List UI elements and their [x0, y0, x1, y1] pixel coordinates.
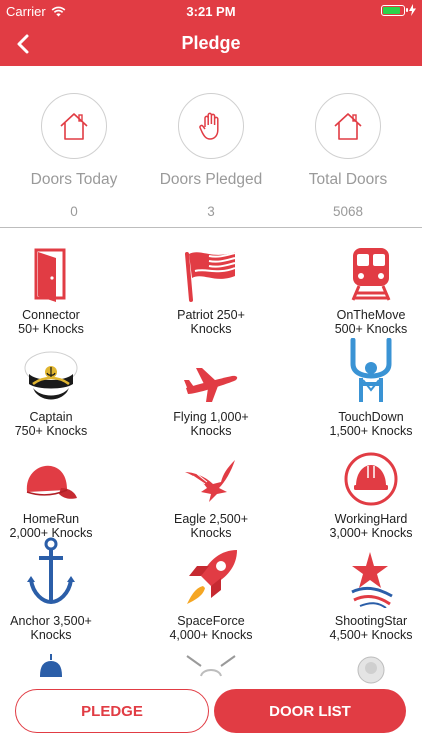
stat-total-doors: Total Doors 5068: [278, 93, 418, 219]
badge-threshold: 750+ Knocks: [14, 424, 88, 438]
badge-title: Flying 1,000+: [173, 410, 249, 424]
rocket-icon: [141, 548, 281, 608]
raised-hand-icon: [199, 112, 219, 140]
badge-threshold: Knocks: [190, 526, 232, 540]
badge-name: ShootingStar 4,500+ Knocks: [301, 614, 422, 642]
badge-captain[interactable]: Captain 750+ Knocks: [0, 344, 121, 438]
badge-threshold: Knocks: [190, 322, 232, 336]
stat-label: Total Doors: [308, 171, 388, 188]
status-right: [381, 4, 416, 16]
stat-circle: [178, 93, 244, 159]
badge-title: OnTheMove: [336, 308, 406, 322]
flag-icon: [141, 242, 281, 302]
hard-hat-icon: [301, 446, 422, 506]
badge-patriot[interactable]: Patriot 250+ Knocks: [141, 242, 281, 336]
badge-title: ShootingStar: [334, 614, 408, 628]
badge-connector[interactable]: Connector 50+ Knocks: [0, 242, 121, 336]
badge-shootingstar[interactable]: ShootingStar 4,500+ Knocks: [301, 548, 422, 642]
badge-name: Anchor 3,500+ Knocks: [0, 614, 121, 642]
badge-name: OnTheMove 500+ Knocks: [301, 308, 422, 336]
door-icon: [0, 242, 121, 302]
baseball-cap-icon: [0, 446, 121, 506]
badge-title: Anchor 3,500+: [10, 614, 92, 628]
stat-doors-pledged: Doors Pledged 3: [141, 93, 281, 219]
badge-title: Eagle 2,500+: [173, 512, 249, 526]
badge-threshold: Knocks: [190, 424, 232, 438]
badge-threshold: 1,500+ Knocks: [329, 424, 413, 438]
pledge-button[interactable]: PLEDGE: [15, 689, 209, 733]
stat-value: 0: [70, 204, 78, 219]
bottom-bar: PLEDGE DOOR LIST: [0, 684, 422, 750]
badge-anchor[interactable]: Anchor 3,500+ Knocks: [0, 537, 121, 642]
top-bar: Carrier 3:21 PM Pledge: [0, 0, 422, 66]
status-bar: Carrier 3:21 PM: [0, 0, 422, 22]
referee-touchdown-icon: [301, 338, 422, 404]
stats-section: Doors Today 0 Doors Pledged 3 Total Door…: [0, 66, 422, 228]
badge-spaceforce[interactable]: SpaceForce 4,000+ Knocks: [141, 548, 281, 642]
badges-grid: Connector 50+ Knocks Patriot 250+ Knocks: [0, 228, 422, 688]
badge-threshold: Knocks: [30, 628, 72, 642]
badge-title: Connector: [22, 308, 80, 322]
badge-flying[interactable]: Flying 1,000+ Knocks: [141, 344, 281, 438]
stat-label: Doors Pledged: [159, 171, 263, 188]
badge-name: SpaceForce 4,000+ Knocks: [141, 614, 281, 642]
badge-name: Connector 50+ Knocks: [0, 308, 121, 336]
house-icon: [334, 113, 362, 140]
page-title: Pledge: [181, 33, 241, 53]
pledge-screen: Carrier 3:21 PM Pledge Doors Today 0 Doo…: [0, 0, 422, 750]
badge-threshold: 4,000+ Knocks: [169, 628, 253, 642]
battery-icon: [381, 4, 408, 16]
stat-circle: [315, 93, 381, 159]
badge-threshold: 4,500+ Knocks: [329, 628, 413, 642]
badge-threshold: 500+ Knocks: [334, 322, 408, 336]
badge-title: Patriot 250+: [177, 308, 245, 322]
portrait-icon: [301, 654, 422, 684]
charging-bolt-icon: [409, 4, 416, 16]
badge-title: WorkingHard: [334, 512, 408, 526]
shooting-star-icon: [301, 548, 422, 608]
stat-circle: [41, 93, 107, 159]
sunrise-icon: [141, 654, 281, 684]
badge-name: Eagle 2,500+ Knocks: [141, 512, 281, 540]
badge-threshold: 50+ Knocks: [18, 322, 84, 336]
badge-sunrise: [141, 654, 281, 684]
badge-portrait: [301, 654, 422, 684]
badge-name: Patriot 250+ Knocks: [141, 308, 281, 336]
stat-label: Doors Today: [30, 171, 118, 188]
house-icon: [60, 113, 88, 140]
badge-eagle[interactable]: Eagle 2,500+ Knocks: [141, 446, 281, 540]
capitol-dome-icon: [0, 654, 121, 684]
stat-value: 3: [207, 204, 215, 219]
badge-title: TouchDown: [338, 410, 404, 424]
badge-workinghard[interactable]: WorkingHard 3,000+ Knocks: [301, 446, 422, 540]
stat-doors-today: Doors Today 0: [4, 93, 144, 219]
badge-name: WorkingHard 3,000+ Knocks: [301, 512, 422, 540]
badge-title: SpaceForce: [177, 614, 245, 628]
badge-title: Captain: [29, 410, 73, 424]
train-icon: [301, 242, 422, 302]
badge-threshold: 3,000+ Knocks: [329, 526, 413, 540]
badge-touchdown[interactable]: TouchDown 1,500+ Knocks: [301, 338, 422, 438]
badge-onthemove[interactable]: OnTheMove 500+ Knocks: [301, 242, 422, 336]
eagle-icon: [141, 446, 281, 506]
badge-name: Captain 750+ Knocks: [0, 410, 121, 438]
badge-capitol: [0, 654, 121, 684]
status-time: 3:21 PM: [186, 4, 236, 19]
airplane-icon: [141, 344, 281, 404]
anchor-icon: [0, 537, 121, 608]
stat-value: 5068: [332, 204, 364, 219]
badge-homerun[interactable]: HomeRun 2,000+ Knocks: [0, 446, 121, 540]
badge-title: HomeRun: [22, 512, 80, 526]
badge-name: TouchDown 1,500+ Knocks: [301, 410, 422, 438]
door-list-button[interactable]: DOOR LIST: [214, 689, 406, 733]
badge-name: Flying 1,000+ Knocks: [141, 410, 281, 438]
captain-hat-icon: [0, 344, 121, 404]
nav-bar: Pledge: [0, 22, 422, 66]
